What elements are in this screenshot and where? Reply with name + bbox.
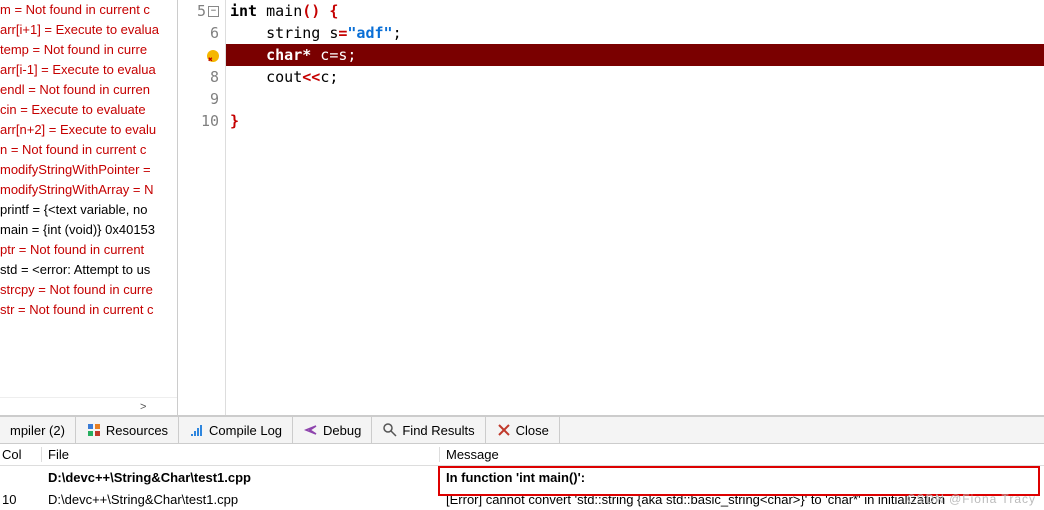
watch-item[interactable]: arr[n+2] = Execute to evalu — [0, 120, 177, 140]
cell-col: 10 — [0, 492, 42, 507]
watch-item[interactable]: ptr = Not found in current — [0, 240, 177, 260]
tab-label: Close — [516, 423, 549, 438]
line-number: 10 — [201, 112, 219, 130]
watch-item[interactable]: cin = Execute to evaluate — [0, 100, 177, 120]
code-line[interactable]: } — [226, 110, 1044, 132]
line-number: 8 — [210, 68, 219, 86]
cell-file: D:\devc++\String&Char\test1.cpp — [42, 492, 440, 507]
watch-item[interactable]: main = {int (void)} 0x40153 — [0, 220, 177, 240]
find-icon — [382, 422, 398, 438]
resources-icon — [86, 422, 102, 438]
watch-item[interactable]: arr[i+1] = Execute to evalua — [0, 20, 177, 40]
code-area[interactable]: int main() { string s="adf"; char* c=s; … — [226, 0, 1044, 415]
header-file[interactable]: File — [42, 447, 440, 462]
code-line-error[interactable]: char* c=s; — [226, 44, 1044, 66]
watch-item[interactable]: printf = {<text variable, no — [0, 200, 177, 220]
code-line[interactable] — [226, 88, 1044, 110]
tab-label: Debug — [323, 423, 361, 438]
code-line[interactable]: int main() { — [226, 0, 1044, 22]
line-number: 5 — [197, 2, 206, 20]
watch-item[interactable]: endl = Not found in curren — [0, 80, 177, 100]
header-message[interactable]: Message — [440, 447, 1044, 462]
bottom-tabbar: mpiler (2) Resources Compile Log Debug F… — [0, 416, 1044, 444]
line-number: 6 — [210, 24, 219, 42]
tab-close[interactable]: Close — [486, 417, 560, 443]
output-row[interactable]: D:\devc++\String&Char\test1.cpp In funct… — [0, 466, 1044, 488]
code-line[interactable]: cout<<c; — [226, 66, 1044, 88]
output-header: Col File Message — [0, 444, 1044, 466]
compiler-output: Col File Message D:\devc++\String&Char\t… — [0, 444, 1044, 510]
tab-resources[interactable]: Resources — [76, 417, 179, 443]
tab-compile-log[interactable]: Compile Log — [179, 417, 293, 443]
top-pane: m = Not found in current c arr[i+1] = Ex… — [0, 0, 1044, 416]
watch-item[interactable]: strcpy = Not found in curre — [0, 280, 177, 300]
watch-item[interactable]: modifyStringWithArray = N — [0, 180, 177, 200]
fold-toggle-icon[interactable]: − — [208, 6, 219, 17]
app-root: m = Not found in current c arr[i+1] = Ex… — [0, 0, 1044, 510]
tab-label: Compile Log — [209, 423, 282, 438]
tab-label: mpiler (2) — [10, 423, 65, 438]
error-marker-icon[interactable] — [207, 50, 219, 62]
compile-log-icon — [189, 422, 205, 438]
watch-item[interactable]: arr[i-1] = Execute to evalua — [0, 60, 177, 80]
tab-compiler[interactable]: mpiler (2) — [0, 417, 76, 443]
watch-item[interactable]: temp = Not found in curre — [0, 40, 177, 60]
tab-label: Find Results — [402, 423, 474, 438]
code-editor[interactable]: 5− 6 8 9 10 int main() { string s="adf";… — [178, 0, 1044, 415]
tab-label: Resources — [106, 423, 168, 438]
watch-item[interactable]: str = Not found in current c — [0, 300, 177, 320]
watch-item[interactable]: std = <error: Attempt to us — [0, 260, 177, 280]
scroll-right-icon[interactable]: > — [0, 401, 146, 413]
output-row[interactable]: 10 D:\devc++\String&Char\test1.cpp [Erro… — [0, 488, 1044, 510]
watch-sidebar: m = Not found in current c arr[i+1] = Ex… — [0, 0, 178, 415]
line-number: 9 — [210, 90, 219, 108]
line-gutter: 5− 6 8 9 10 — [178, 0, 226, 415]
close-icon — [496, 422, 512, 438]
cell-message: In function 'int main()': — [440, 470, 1044, 485]
tab-find-results[interactable]: Find Results — [372, 417, 485, 443]
watch-item[interactable]: n = Not found in current c — [0, 140, 177, 160]
cell-file: D:\devc++\String&Char\test1.cpp — [42, 470, 440, 485]
tab-debug[interactable]: Debug — [293, 417, 372, 443]
watch-item[interactable]: modifyStringWithPointer = — [0, 160, 177, 180]
code-line[interactable]: string s="adf"; — [226, 22, 1044, 44]
cell-message: [Error] cannot convert 'std::string {aka… — [440, 492, 1044, 507]
watch-item[interactable]: m = Not found in current c — [0, 0, 177, 20]
debug-icon — [303, 422, 319, 438]
watch-list[interactable]: m = Not found in current c arr[i+1] = Ex… — [0, 0, 177, 397]
sidebar-hscroll[interactable]: > — [0, 397, 177, 415]
header-col[interactable]: Col — [0, 447, 42, 462]
